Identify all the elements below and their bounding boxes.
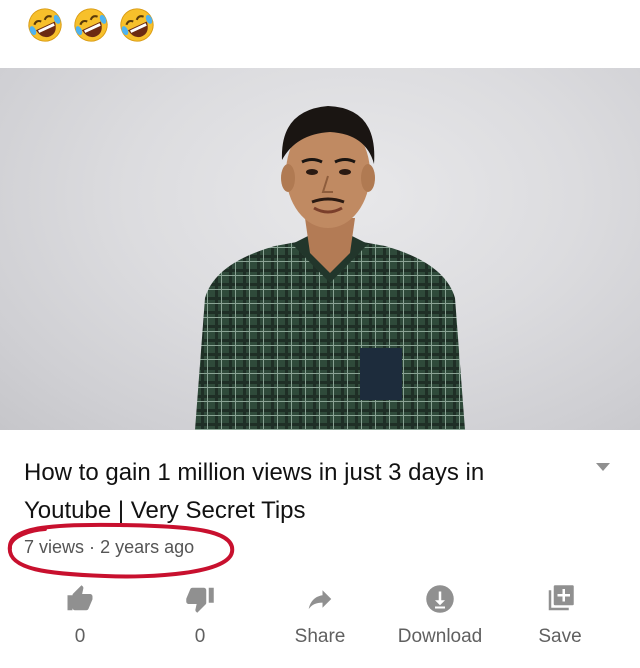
action-bar: 0 0 Share Download Save xyxy=(0,580,640,650)
video-title[interactable]: How to gain 1 million views in just 3 da… xyxy=(24,454,569,530)
playlist-add-icon xyxy=(548,585,574,611)
dislike-count: 0 xyxy=(194,626,206,647)
rofl-emoji-icon xyxy=(28,8,62,42)
like-count: 0 xyxy=(74,626,86,647)
share-arrow-icon xyxy=(308,590,332,609)
video-frame-person xyxy=(195,106,465,430)
chevron-down-icon[interactable] xyxy=(594,460,612,474)
video-info-panel: How to gain 1 million views in just 3 da… xyxy=(0,432,640,668)
share-button[interactable]: Share xyxy=(260,580,380,650)
upload-age: 2 years ago xyxy=(100,537,195,557)
dislike-button[interactable]: 0 xyxy=(140,580,260,650)
video-meta: 7 views · 2 years ago xyxy=(24,537,194,558)
download-icon xyxy=(426,585,454,613)
save-label: Save xyxy=(538,626,582,647)
download-label: Download xyxy=(397,626,483,647)
share-label: Share xyxy=(294,626,346,647)
download-button[interactable]: Download xyxy=(380,580,500,650)
thumbs-down-icon xyxy=(186,587,214,613)
like-button[interactable]: 0 xyxy=(20,580,140,650)
thumbs-up-icon xyxy=(67,585,93,611)
video-player[interactable] xyxy=(0,68,640,430)
emoji-row xyxy=(26,6,156,46)
view-count: 7 views xyxy=(24,537,85,557)
meta-separator: · xyxy=(89,537,96,557)
save-button[interactable]: Save xyxy=(500,580,620,650)
rofl-emoji-icon xyxy=(120,8,154,42)
rofl-emoji-icon xyxy=(74,8,108,42)
